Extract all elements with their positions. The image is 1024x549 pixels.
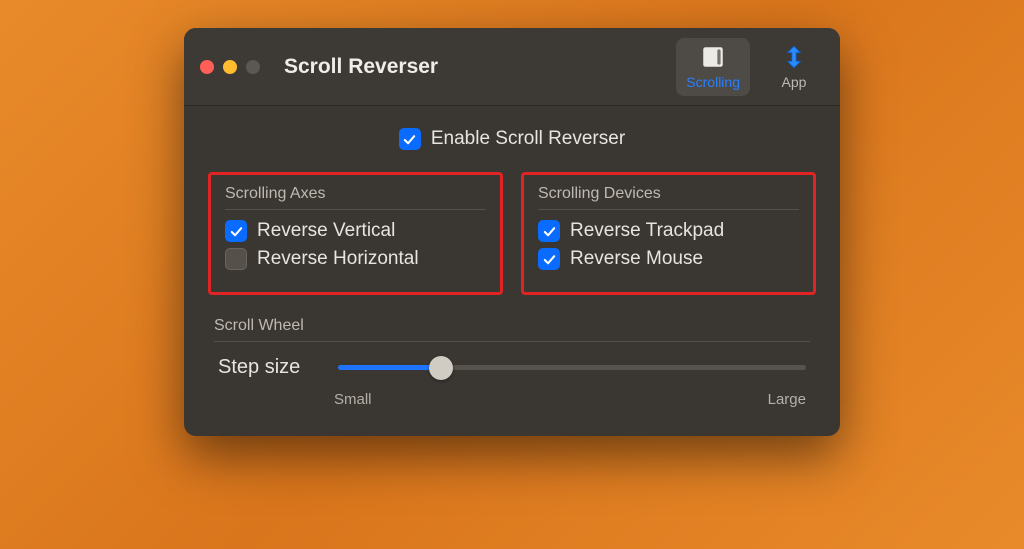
- option-reverse-horizontal: Reverse Horizontal: [225, 248, 486, 270]
- reverse-horizontal-label: Reverse Horizontal: [257, 248, 419, 270]
- minimize-button[interactable]: [223, 60, 237, 74]
- window-title: Scroll Reverser: [284, 55, 676, 79]
- tab-app-label: App: [782, 74, 807, 90]
- reverse-vertical-label: Reverse Vertical: [257, 220, 395, 242]
- app-icon: [781, 44, 807, 70]
- tab-scrolling[interactable]: Scrolling: [676, 38, 750, 96]
- toolbar-tabs: Scrolling App: [676, 38, 824, 96]
- slider-max-label: Large: [768, 391, 806, 408]
- slider-bounds: Small Large: [214, 391, 810, 408]
- tab-scrolling-label: Scrolling: [686, 74, 740, 90]
- slider-track: [338, 365, 806, 370]
- reverse-trackpad-label: Reverse Trackpad: [570, 220, 724, 242]
- close-button[interactable]: [200, 60, 214, 74]
- scrolling-icon: [700, 44, 726, 70]
- reverse-vertical-checkbox[interactable]: [225, 220, 247, 242]
- enable-label: Enable Scroll Reverser: [431, 128, 625, 150]
- titlebar: Scroll Reverser Scrolling App: [184, 28, 840, 106]
- group-devices-title: Scrolling Devices: [538, 185, 799, 210]
- step-size-slider[interactable]: [338, 365, 806, 370]
- option-reverse-vertical: Reverse Vertical: [225, 220, 486, 242]
- reverse-horizontal-checkbox[interactable]: [225, 248, 247, 270]
- content: Enable Scroll Reverser Scrolling Axes Re…: [184, 106, 840, 436]
- reverse-mouse-label: Reverse Mouse: [570, 248, 703, 270]
- option-reverse-mouse: Reverse Mouse: [538, 248, 799, 270]
- groups: Scrolling Axes Reverse Vertical Reverse …: [208, 172, 816, 295]
- step-size-row: Step size: [214, 356, 810, 383]
- group-scrolling-devices: Scrolling Devices Reverse Trackpad Rever…: [521, 172, 816, 295]
- enable-checkbox[interactable]: [399, 128, 421, 150]
- group-axes-title: Scrolling Axes: [225, 185, 486, 210]
- slider-thumb[interactable]: [429, 356, 453, 380]
- slider-min-label: Small: [334, 391, 372, 408]
- scroll-wheel-title: Scroll Wheel: [214, 317, 810, 342]
- window-controls: [200, 60, 260, 74]
- group-scrolling-axes: Scrolling Axes Reverse Vertical Reverse …: [208, 172, 503, 295]
- option-reverse-trackpad: Reverse Trackpad: [538, 220, 799, 242]
- zoom-button[interactable]: [246, 60, 260, 74]
- reverse-trackpad-checkbox[interactable]: [538, 220, 560, 242]
- enable-row: Enable Scroll Reverser: [208, 128, 816, 150]
- reverse-mouse-checkbox[interactable]: [538, 248, 560, 270]
- step-size-label: Step size: [218, 356, 318, 379]
- tab-app[interactable]: App: [764, 38, 824, 96]
- preferences-window: Scroll Reverser Scrolling App: [184, 28, 840, 436]
- slider-fill: [338, 365, 441, 370]
- scroll-wheel-section: Scroll Wheel Step size Small Large: [208, 317, 816, 408]
